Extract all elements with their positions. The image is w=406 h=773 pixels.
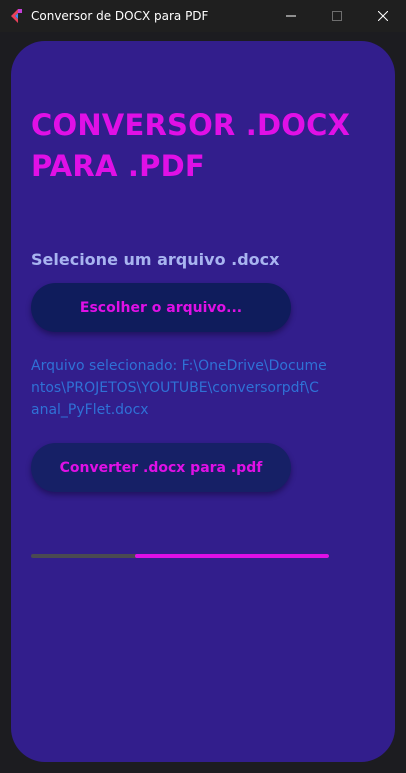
progress-bar-fill	[135, 554, 329, 558]
maximize-icon	[332, 11, 342, 21]
main-panel: CONVERSOR .DOCX PARA .PDF Selecione um a…	[11, 41, 395, 762]
minimize-icon	[286, 11, 296, 21]
app-window: Conversor de DOCX para PDF CONVERSOR .DO…	[0, 0, 406, 773]
selected-file-path: Arquivo selecionado: F:\OneDrive\Documen…	[31, 358, 327, 418]
close-button[interactable]	[360, 0, 406, 32]
progress-bar	[31, 554, 329, 558]
choose-file-button[interactable]: Escolher o arquivo...	[31, 283, 291, 332]
flet-app-icon	[9, 8, 23, 23]
select-file-label: Selecione um arquivo .docx	[31, 250, 280, 269]
maximize-button[interactable]	[314, 0, 360, 32]
close-icon	[378, 11, 388, 21]
title-bar[interactable]: Conversor de DOCX para PDF	[0, 0, 406, 32]
minimize-button[interactable]	[268, 0, 314, 32]
convert-button[interactable]: Converter .docx para .pdf	[31, 443, 291, 492]
window-title: Conversor de DOCX para PDF	[31, 9, 209, 23]
page-title: CONVERSOR .DOCX PARA .PDF	[31, 108, 351, 183]
